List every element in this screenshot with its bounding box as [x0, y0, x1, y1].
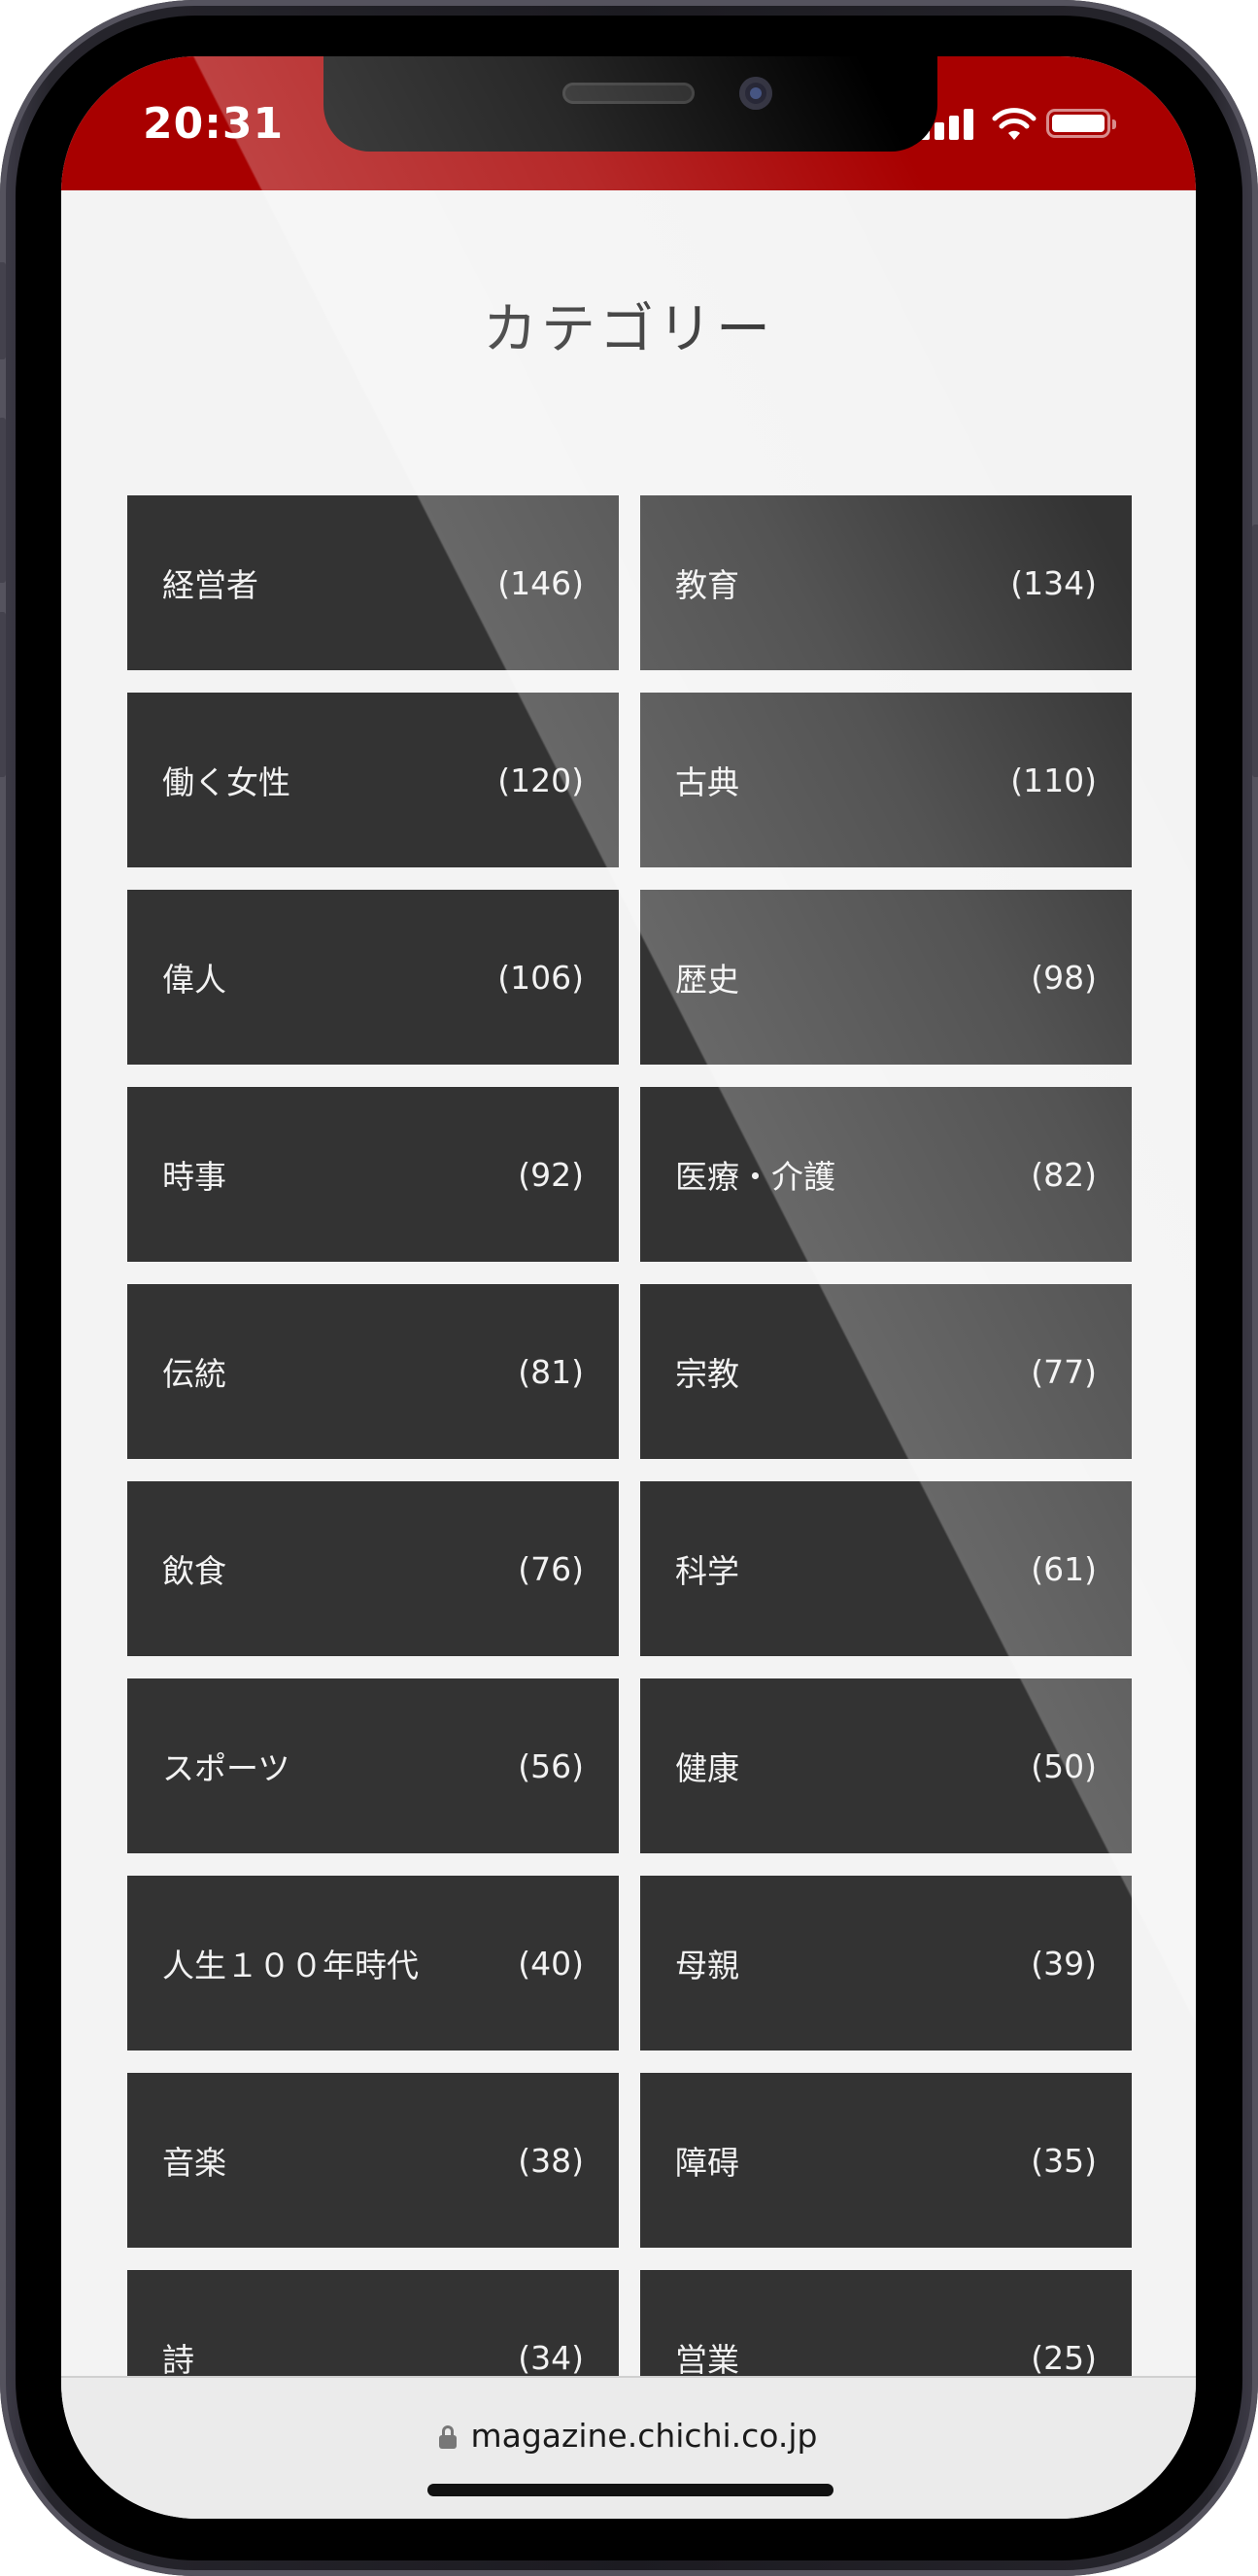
category-tile[interactable]: 音楽 (38) [127, 2073, 619, 2248]
category-count: (34) [518, 2338, 584, 2377]
category-name: 宗教 [675, 1355, 739, 1393]
category-tile[interactable]: 母親 (39) [640, 1876, 1132, 2051]
category-tile[interactable]: 偉人 (106) [127, 890, 619, 1065]
category-name: 偉人 [162, 961, 226, 999]
category-count: (98) [1031, 958, 1097, 997]
category-tile[interactable]: 古典 (110) [640, 693, 1132, 867]
phone-frame: 20:31 カテゴリー 経営者 (146) 教育 (134) 働く女性 (120… [0, 0, 1258, 2576]
home-indicator[interactable] [427, 2484, 833, 2496]
category-tile[interactable]: 経営者 (146) [127, 495, 619, 670]
category-tile[interactable]: 教育 (134) [640, 495, 1132, 670]
category-tile[interactable]: 医療・介護 (82) [640, 1087, 1132, 1262]
category-name: スポーツ [162, 1749, 290, 1787]
category-count: (76) [518, 1549, 584, 1588]
category-tile[interactable]: 時事 (92) [127, 1087, 619, 1262]
category-count: (81) [518, 1352, 584, 1391]
category-count: (146) [497, 563, 584, 602]
page-title: カテゴリー [483, 298, 774, 361]
category-tile[interactable]: スポーツ (56) [127, 1678, 619, 1853]
category-count: (110) [1010, 761, 1097, 799]
category-name: 営業 [675, 2341, 739, 2379]
earpiece-speaker [562, 83, 695, 104]
category-tile[interactable]: 科学 (61) [640, 1481, 1132, 1656]
url-text: magazine.chichi.co.jp [470, 2417, 818, 2455]
category-name: 音楽 [162, 2144, 226, 2182]
category-tile[interactable]: 健康 (50) [640, 1678, 1132, 1853]
category-tile[interactable]: 飲食 (76) [127, 1481, 619, 1656]
category-name: 健康 [675, 1749, 739, 1787]
category-tile[interactable]: 働く女性 (120) [127, 693, 619, 867]
category-name: 経営者 [162, 566, 258, 604]
category-tile[interactable]: 人生１００年時代 (40) [127, 1876, 619, 2051]
category-count: (40) [518, 1944, 584, 1983]
category-count: (134) [1010, 563, 1097, 602]
front-camera [739, 77, 772, 110]
address-bar[interactable]: magazine.chichi.co.jp [61, 2417, 1196, 2455]
category-count: (25) [1031, 2338, 1097, 2377]
category-tile[interactable]: 障碍 (35) [640, 2073, 1132, 2248]
category-count: (106) [497, 958, 584, 997]
category-name: 科学 [675, 1552, 739, 1590]
category-tile[interactable]: 伝統 (81) [127, 1284, 619, 1459]
notch [323, 56, 937, 152]
category-count: (56) [518, 1746, 584, 1785]
volume-down-button [0, 612, 6, 777]
category-name: 歴史 [675, 961, 739, 999]
category-name: 母親 [675, 1947, 739, 1984]
category-name: 医療・介護 [675, 1158, 835, 1196]
category-name: 伝統 [162, 1355, 226, 1393]
lock-icon [439, 2425, 458, 2449]
battery-level [1052, 115, 1105, 132]
category-name: 詩 [162, 2341, 194, 2379]
status-time: 20:31 [143, 99, 285, 149]
screen: 20:31 カテゴリー 経営者 (146) 教育 (134) 働く女性 (120… [61, 56, 1196, 2519]
power-button [1252, 525, 1258, 777]
mute-switch [0, 262, 6, 359]
category-name: 働く女性 [162, 763, 290, 801]
category-name: 教育 [675, 566, 739, 604]
category-count: (35) [1031, 2141, 1097, 2180]
category-name: 人生１００年時代 [162, 1947, 419, 1984]
battery-icon [1046, 109, 1116, 138]
browser-bottom-bar: magazine.chichi.co.jp [61, 2376, 1196, 2519]
category-count: (61) [1031, 1549, 1097, 1588]
category-name: 飲食 [162, 1552, 226, 1590]
volume-up-button [0, 418, 6, 583]
category-grid: 経営者 (146) 教育 (134) 働く女性 (120) 古典 (110) 偉人 (106) 歴史… [127, 495, 1132, 2445]
wifi-icon [992, 108, 1037, 140]
category-name: 障碍 [675, 2144, 739, 2182]
category-name: 古典 [675, 763, 739, 801]
category-count: (39) [1031, 1944, 1097, 1983]
category-count: (77) [1031, 1352, 1097, 1391]
category-count: (82) [1031, 1155, 1097, 1194]
category-count: (50) [1031, 1746, 1097, 1785]
category-name: 時事 [162, 1158, 226, 1196]
category-tile[interactable]: 宗教 (77) [640, 1284, 1132, 1459]
category-count: (92) [518, 1155, 584, 1194]
category-count: (120) [497, 761, 584, 799]
category-count: (38) [518, 2141, 584, 2180]
category-tile[interactable]: 歴史 (98) [640, 890, 1132, 1065]
